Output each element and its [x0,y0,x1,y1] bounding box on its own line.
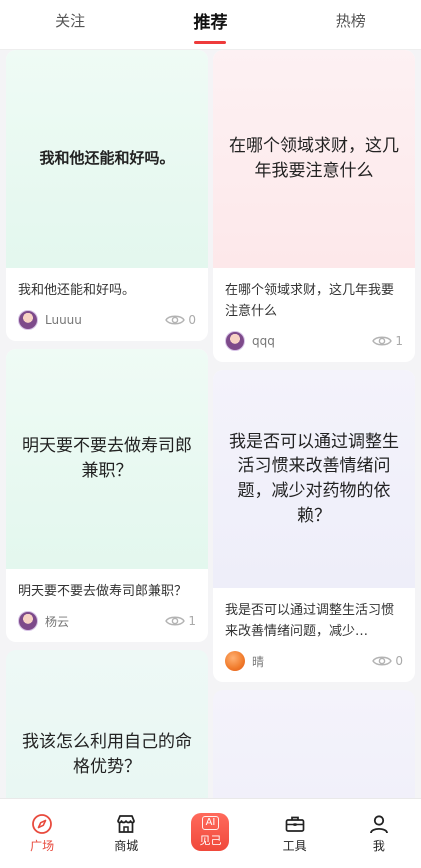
feed[interactable]: 我和他还能和好吗。 我和他还能和好吗。 Luuuu 0 明天要不要去做寿司郎兼职… [0,50,421,798]
bottom-nav: 广场 商城 AI 见己 工具 我 [0,798,421,868]
nav-me[interactable]: 我 [344,799,414,868]
username[interactable]: Luuuu [45,313,165,327]
eye-icon [372,656,393,666]
store-icon [117,815,136,833]
nav-label: 工具 [282,839,307,853]
post-description: 在哪个领域求财，这几年我要注意什么 [225,283,395,319]
eye-icon [165,616,186,626]
ai-badge: AI [201,816,220,830]
post-description: 我和他还能和好吗。 [18,283,136,298]
toolbox-icon [285,816,305,832]
nav-label: 见己 [199,834,222,847]
view-count: 0 [372,654,403,668]
username[interactable]: 杨云 [45,613,165,630]
post-cover: 明天要不要去做寿司郎兼职？ [6,349,208,569]
post-cover: 我该怎么利用自己的命格优势？ [6,650,208,798]
nav-label: 商城 [114,839,139,853]
post-card[interactable]: 明天要不要去做寿司郎兼职？ 明天要不要去做寿司郎兼职？ 杨云 1 [6,349,208,642]
post-description: 我是否可以通过调整生活习惯来改善情绪问题，减少… [225,603,395,639]
feed-column-left: 我和他还能和好吗。 我和他还能和好吗。 Luuuu 0 明天要不要去做寿司郎兼职… [6,50,208,798]
eye-icon [372,336,393,346]
tab-follow[interactable]: 关注 [20,10,120,31]
avatar[interactable] [18,611,38,631]
nav-store[interactable]: 商城 [91,799,161,868]
post-card[interactable]: 我该怎么利用自己的命格优势？ [6,650,208,798]
compass-icon [32,814,52,834]
avatar[interactable] [225,331,245,351]
post-cover [213,690,415,798]
top-tab-bar: 关注 推荐 热榜 [0,0,421,50]
nav-label: 广场 [30,839,55,853]
tab-recommend[interactable]: 推荐 [160,8,260,44]
post-card[interactable] [213,690,415,798]
view-count: 1 [165,614,196,628]
username[interactable]: 晴 [252,653,372,670]
view-count-value: 0 [395,654,403,668]
post-description: 明天要不要去做寿司郎兼职？ [18,584,188,599]
view-count-value: 0 [188,313,196,327]
feed-column-right: 在哪个领域求财，这几年我要注意什么 在哪个领域求财，这几年我要注意什么 qqq … [213,50,415,798]
avatar[interactable] [225,651,245,671]
view-count-value: 1 [395,334,403,348]
user-icon [369,815,388,834]
username[interactable]: qqq [252,334,372,348]
ai-icon: AI 见己 [191,813,230,851]
view-count: 1 [372,334,403,348]
post-card[interactable]: 我和他还能和好吗。 我和他还能和好吗。 Luuuu 0 [6,50,208,341]
view-count: 0 [165,313,196,327]
nav-square[interactable]: 广场 [7,799,77,868]
avatar[interactable] [18,310,38,330]
nav-label: 我 [372,839,385,853]
post-cover: 我和他还能和好吗。 [6,50,208,268]
post-cover: 我是否可以通过调整生活习惯来改善情绪问题，减少对药物的依赖？ [213,370,415,588]
view-count-value: 1 [188,614,196,628]
post-card[interactable]: 我是否可以通过调整生活习惯来改善情绪问题，减少对药物的依赖？ 我是否可以通过调整… [213,370,415,682]
eye-icon [165,315,186,325]
tab-hot[interactable]: 热榜 [301,10,401,31]
post-card[interactable]: 在哪个领域求财，这几年我要注意什么 在哪个领域求财，这几年我要注意什么 qqq … [213,50,415,362]
nav-jianji[interactable]: AI 见己 [175,799,245,868]
post-cover: 在哪个领域求财，这几年我要注意什么 [213,50,415,268]
nav-tools[interactable]: 工具 [260,799,330,868]
